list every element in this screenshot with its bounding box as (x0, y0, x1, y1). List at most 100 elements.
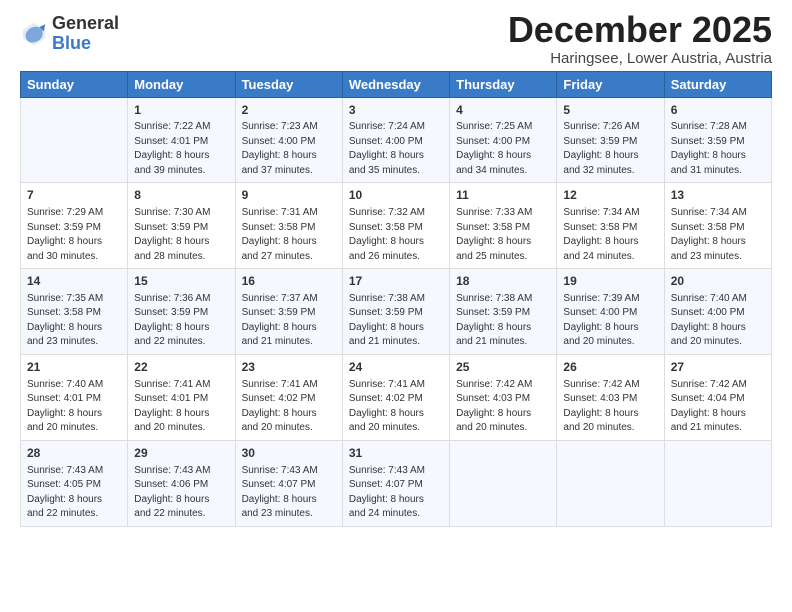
cell-info: Sunrise: 7:40 AM Sunset: 4:01 PM Dayligh… (27, 378, 121, 436)
day-number: 17 (349, 273, 443, 290)
calendar-week: 1Sunrise: 7:22 AM Sunset: 4:01 PM Daylig… (21, 97, 772, 183)
cell-info: Sunrise: 7:32 AM Sunset: 3:58 PM Dayligh… (349, 206, 443, 264)
logo: General Blue (20, 14, 119, 54)
calendar-cell: 29 Sunrise: 7:43 AM Sunset: 4:06 PM Dayli… (128, 440, 235, 526)
calendar-cell: 19Sunrise: 7:39 AM Sunset: 4:00 PM Dayli… (557, 269, 664, 355)
calendar-cell: 4Sunrise: 7:25 AM Sunset: 4:00 PM Daylig… (450, 97, 557, 183)
cell-info: Sunrise: 7:41 AM Sunset: 4:02 PM Dayligh… (349, 378, 443, 436)
cell-info: Sunrise: 7:29 AM Sunset: 3:59 PM Dayligh… (27, 206, 121, 264)
logo-icon (20, 20, 48, 48)
day-number: 26 (563, 359, 657, 376)
day-number: 4 (456, 102, 550, 119)
day-number: 14 (27, 273, 121, 290)
calendar-cell (664, 440, 771, 526)
cell-info: Sunrise: 7:40 AM Sunset: 4:00 PM Dayligh… (671, 292, 765, 350)
day-number: 23 (242, 359, 336, 376)
cell-info: Sunrise: 7:42 AM Sunset: 4:03 PM Dayligh… (563, 378, 657, 436)
calendar-cell: 27 Sunrise: 7:42 AM Sunset: 4:04 PM Dayli… (664, 354, 771, 440)
calendar-cell: 11 Sunrise: 7:33 AM Sunset: 3:58 PM Dayli… (450, 183, 557, 269)
cell-info: Sunrise: 7:25 AM Sunset: 4:00 PM Dayligh… (456, 120, 550, 178)
day-number: 25 (456, 359, 550, 376)
day-number: 30 (242, 445, 336, 462)
cell-info: Sunrise: 7:23 AM Sunset: 4:00 PM Dayligh… (242, 120, 336, 178)
calendar-cell: 7Sunrise: 7:29 AM Sunset: 3:59 PM Daylig… (21, 183, 128, 269)
calendar-cell: 5Sunrise: 7:26 AM Sunset: 3:59 PM Daylig… (557, 97, 664, 183)
calendar-week: 7Sunrise: 7:29 AM Sunset: 3:59 PM Daylig… (21, 183, 772, 269)
calendar-cell: 8Sunrise: 7:30 AM Sunset: 3:59 PM Daylig… (128, 183, 235, 269)
day-number: 3 (349, 102, 443, 119)
calendar-cell: 18Sunrise: 7:38 AM Sunset: 3:59 PM Dayli… (450, 269, 557, 355)
calendar-table: SundayMondayTuesdayWednesdayThursdayFrid… (20, 71, 772, 527)
day-number: 15 (134, 273, 228, 290)
calendar-cell: 9Sunrise: 7:31 AM Sunset: 3:58 PM Daylig… (235, 183, 342, 269)
calendar-cell: 30 Sunrise: 7:43 AM Sunset: 4:07 PM Dayli… (235, 440, 342, 526)
cell-info: Sunrise: 7:35 AM Sunset: 3:58 PM Dayligh… (27, 292, 121, 350)
cell-info: Sunrise: 7:43 AM Sunset: 4:07 PM Dayligh… (349, 464, 443, 522)
cell-info: Sunrise: 7:43 AM Sunset: 4:07 PM Dayligh… (242, 464, 336, 522)
weekday-header: Wednesday (342, 71, 449, 97)
calendar-cell: 3Sunrise: 7:24 AM Sunset: 4:00 PM Daylig… (342, 97, 449, 183)
weekday-header: Saturday (664, 71, 771, 97)
calendar-cell: 12 Sunrise: 7:34 AM Sunset: 3:58 PM Dayli… (557, 183, 664, 269)
weekday-header: Sunday (21, 71, 128, 97)
cell-info: Sunrise: 7:38 AM Sunset: 3:59 PM Dayligh… (456, 292, 550, 350)
calendar-week: 21 Sunrise: 7:40 AM Sunset: 4:01 PM Dayli… (21, 354, 772, 440)
weekday-header: Monday (128, 71, 235, 97)
day-number: 12 (563, 187, 657, 204)
cell-info: Sunrise: 7:34 AM Sunset: 3:58 PM Dayligh… (563, 206, 657, 264)
month-title: December 2025 (508, 10, 772, 50)
calendar-cell: 21 Sunrise: 7:40 AM Sunset: 4:01 PM Dayli… (21, 354, 128, 440)
day-number: 27 (671, 359, 765, 376)
cell-info: Sunrise: 7:43 AM Sunset: 4:06 PM Dayligh… (134, 464, 228, 522)
day-number: 10 (349, 187, 443, 204)
cell-info: Sunrise: 7:41 AM Sunset: 4:02 PM Dayligh… (242, 378, 336, 436)
day-number: 24 (349, 359, 443, 376)
day-number: 13 (671, 187, 765, 204)
calendar-cell: 20 Sunrise: 7:40 AM Sunset: 4:00 PM Dayli… (664, 269, 771, 355)
day-number: 29 (134, 445, 228, 462)
header: General Blue December 2025 Haringsee, Lo… (20, 10, 772, 67)
title-block: December 2025 Haringsee, Lower Austria, … (508, 10, 772, 67)
day-number: 6 (671, 102, 765, 119)
cell-info: Sunrise: 7:34 AM Sunset: 3:58 PM Dayligh… (671, 206, 765, 264)
logo-general: General (52, 14, 119, 34)
weekday-header: Thursday (450, 71, 557, 97)
cell-info: Sunrise: 7:33 AM Sunset: 3:58 PM Dayligh… (456, 206, 550, 264)
day-number: 31 (349, 445, 443, 462)
cell-info: Sunrise: 7:43 AM Sunset: 4:05 PM Dayligh… (27, 464, 121, 522)
calendar-cell (450, 440, 557, 526)
calendar-cell: 26 Sunrise: 7:42 AM Sunset: 4:03 PM Dayli… (557, 354, 664, 440)
calendar-cell (557, 440, 664, 526)
calendar-cell: 25 Sunrise: 7:42 AM Sunset: 4:03 PM Dayli… (450, 354, 557, 440)
calendar-cell: 2Sunrise: 7:23 AM Sunset: 4:00 PM Daylig… (235, 97, 342, 183)
main-container: General Blue December 2025 Haringsee, Lo… (0, 0, 792, 537)
location-title: Haringsee, Lower Austria, Austria (508, 50, 772, 67)
calendar-week: 28Sunrise: 7:43 AM Sunset: 4:05 PM Dayli… (21, 440, 772, 526)
calendar-cell: 10 Sunrise: 7:32 AM Sunset: 3:58 PM Dayli… (342, 183, 449, 269)
calendar-cell: 6Sunrise: 7:28 AM Sunset: 3:59 PM Daylig… (664, 97, 771, 183)
cell-info: Sunrise: 7:28 AM Sunset: 3:59 PM Dayligh… (671, 120, 765, 178)
cell-info: Sunrise: 7:39 AM Sunset: 4:00 PM Dayligh… (563, 292, 657, 350)
cell-info: Sunrise: 7:37 AM Sunset: 3:59 PM Dayligh… (242, 292, 336, 350)
calendar-cell: 16Sunrise: 7:37 AM Sunset: 3:59 PM Dayli… (235, 269, 342, 355)
day-number: 20 (671, 273, 765, 290)
calendar-cell: 14 Sunrise: 7:35 AM Sunset: 3:58 PM Dayli… (21, 269, 128, 355)
cell-info: Sunrise: 7:41 AM Sunset: 4:01 PM Dayligh… (134, 378, 228, 436)
calendar-cell: 31 Sunrise: 7:43 AM Sunset: 4:07 PM Dayli… (342, 440, 449, 526)
day-number: 21 (27, 359, 121, 376)
header-row: SundayMondayTuesdayWednesdayThursdayFrid… (21, 71, 772, 97)
day-number: 22 (134, 359, 228, 376)
cell-info: Sunrise: 7:22 AM Sunset: 4:01 PM Dayligh… (134, 120, 228, 178)
calendar-cell (21, 97, 128, 183)
calendar-cell: 22 Sunrise: 7:41 AM Sunset: 4:01 PM Dayli… (128, 354, 235, 440)
calendar-cell: 15Sunrise: 7:36 AM Sunset: 3:59 PM Dayli… (128, 269, 235, 355)
cell-info: Sunrise: 7:38 AM Sunset: 3:59 PM Dayligh… (349, 292, 443, 350)
cell-info: Sunrise: 7:42 AM Sunset: 4:03 PM Dayligh… (456, 378, 550, 436)
day-number: 11 (456, 187, 550, 204)
cell-info: Sunrise: 7:42 AM Sunset: 4:04 PM Dayligh… (671, 378, 765, 436)
day-number: 8 (134, 187, 228, 204)
logo-blue: Blue (52, 34, 119, 54)
calendar-week: 14 Sunrise: 7:35 AM Sunset: 3:58 PM Dayli… (21, 269, 772, 355)
weekday-header: Friday (557, 71, 664, 97)
calendar-cell: 28Sunrise: 7:43 AM Sunset: 4:05 PM Dayli… (21, 440, 128, 526)
